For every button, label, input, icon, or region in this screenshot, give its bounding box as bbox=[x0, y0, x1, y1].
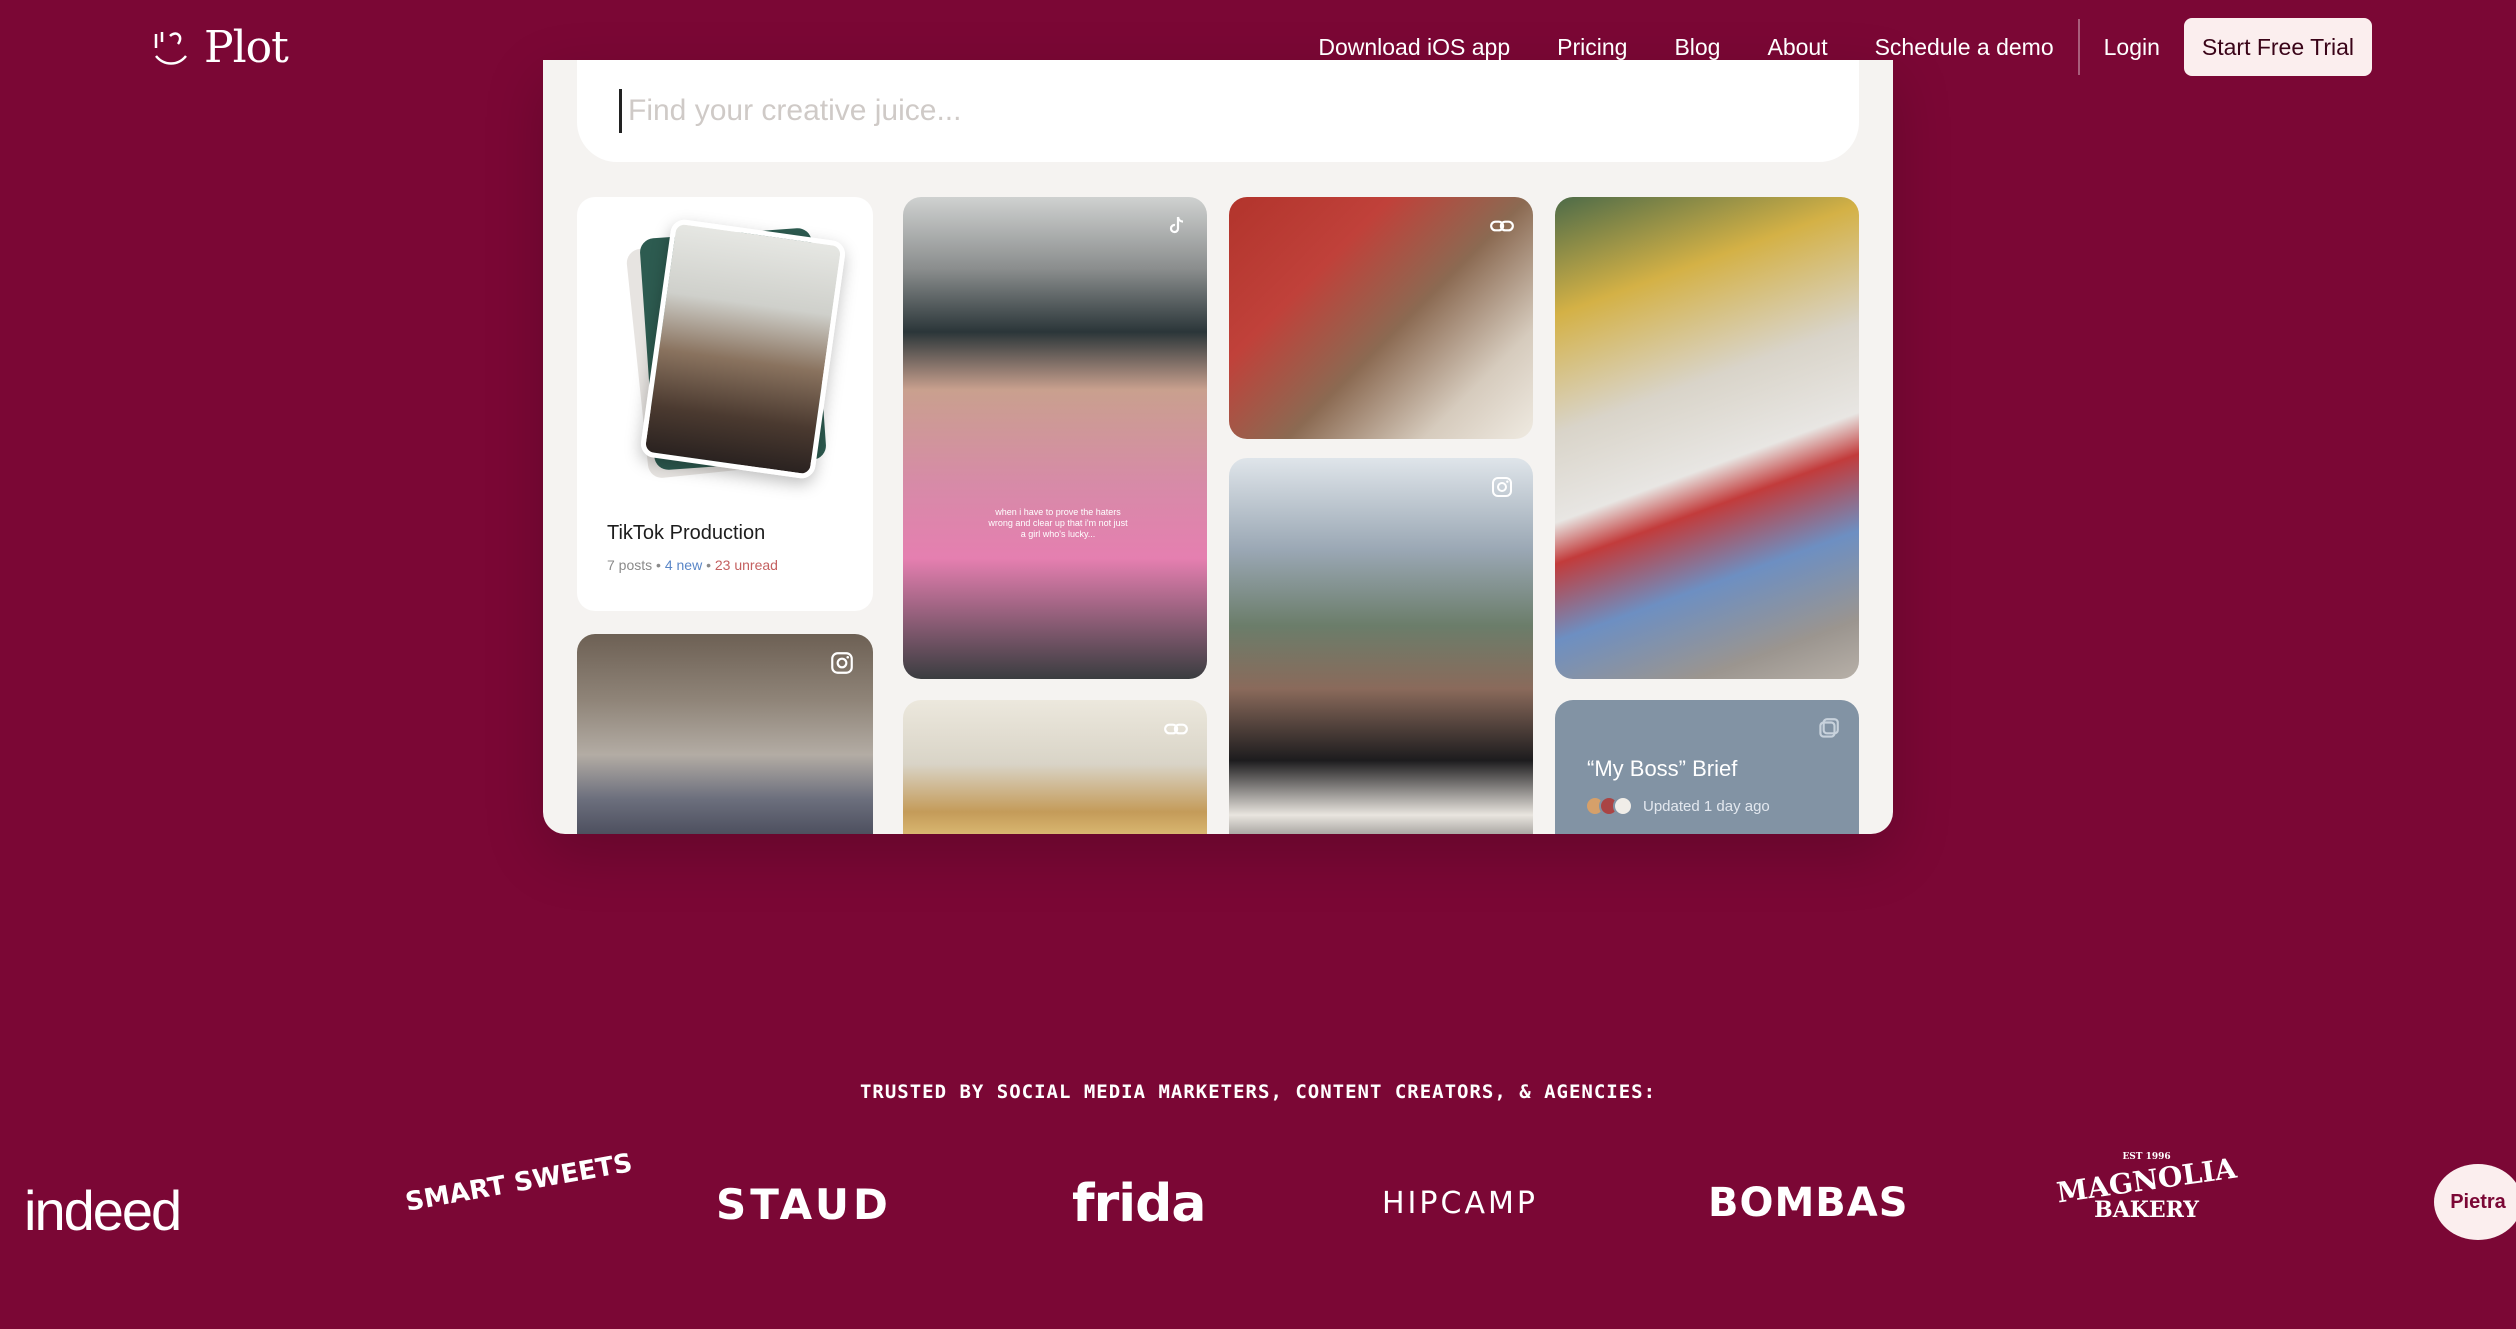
logo-magnolia-bakery: EST 1996 MAGNOLIA BAKERY bbox=[2055, 1152, 2239, 1223]
board-posts-count: 7 posts bbox=[607, 557, 653, 573]
brief-title: “My Boss” Brief bbox=[1587, 756, 1738, 781]
board-meta: 7 posts • 4 new • 23 unread bbox=[607, 557, 778, 573]
plot-logo[interactable]: Plot bbox=[150, 22, 289, 73]
app-preview: TikTok Production 7 posts • 4 new • 23 u… bbox=[543, 60, 1893, 834]
board-new-count: 4 new bbox=[664, 557, 703, 573]
main-nav: Download iOS app Pricing Blog About Sche… bbox=[1318, 18, 2372, 76]
logo-bombas: BOMBAS bbox=[1708, 1180, 1909, 1226]
nav-schedule-demo[interactable]: Schedule a demo bbox=[1875, 34, 2054, 61]
nav-pricing[interactable]: Pricing bbox=[1557, 34, 1627, 61]
board-title: TikTok Production bbox=[607, 522, 766, 544]
logo-indeed: indeed bbox=[24, 1179, 182, 1242]
board-unread-count: 23 unread bbox=[714, 557, 778, 573]
logo-hipcamp: HIPCAMP bbox=[1382, 1186, 1538, 1221]
tiktok-icon bbox=[1161, 211, 1191, 241]
brief-meta: Updated 1 day ago bbox=[1585, 796, 1770, 816]
instagram-icon bbox=[827, 648, 857, 678]
logo-staud: STAUD bbox=[716, 1180, 892, 1229]
nav-divider bbox=[2077, 19, 2080, 75]
media-card-link-dog-sunglasses[interactable] bbox=[1229, 197, 1533, 439]
trusted-by-heading: TRUSTED BY SOCIAL MEDIA MARKETERS, CONTE… bbox=[859, 1081, 1657, 1103]
nav-login[interactable]: Login bbox=[2104, 34, 2160, 61]
media-card-street-selfie[interactable] bbox=[1555, 197, 1859, 679]
collaborator-avatars bbox=[1585, 796, 1633, 816]
nav-download-ios[interactable]: Download iOS app bbox=[1318, 34, 1510, 61]
start-free-trial-button[interactable]: Start Free Trial bbox=[2183, 18, 2372, 76]
media-card-link-pasta[interactable] bbox=[903, 700, 1207, 834]
logo-text: Plot bbox=[204, 22, 289, 73]
site-header: Plot Download iOS app Pricing Blog About… bbox=[0, 0, 2516, 96]
nav-blog[interactable]: Blog bbox=[1674, 34, 1720, 61]
media-card-instagram-lake[interactable] bbox=[1229, 458, 1533, 834]
logo-smart-sweets: SMART SWEETS bbox=[403, 1148, 635, 1218]
nav-about[interactable]: About bbox=[1767, 34, 1827, 61]
search-input[interactable] bbox=[628, 94, 1528, 128]
board-thumbnail-stack bbox=[625, 217, 847, 483]
brief-updated: Updated 1 day ago bbox=[1643, 797, 1770, 815]
plot-logo-icon bbox=[154, 31, 187, 65]
brief-icon bbox=[1813, 714, 1843, 744]
link-icon bbox=[1487, 211, 1517, 241]
board-card-tiktok-production[interactable]: TikTok Production 7 posts • 4 new • 23 u… bbox=[577, 197, 873, 611]
media-card-tiktok-car-selfie[interactable]: when i have to prove the haters wrong an… bbox=[903, 197, 1207, 679]
customer-logos: indeed SMART SWEETS STAUD frida HIPCAMP … bbox=[0, 1140, 2516, 1270]
logo-frida: frida bbox=[1072, 1174, 1206, 1234]
media-card-instagram-living-room[interactable] bbox=[577, 634, 873, 834]
logo-pietra: Pietra bbox=[2434, 1164, 2516, 1240]
video-caption: when i have to prove the haters wrong an… bbox=[988, 507, 1128, 539]
brief-card-my-boss[interactable]: “My Boss” Brief Updated 1 day ago bbox=[1555, 700, 1859, 834]
link-icon bbox=[1161, 714, 1191, 744]
instagram-icon bbox=[1487, 472, 1517, 502]
landing-page: TikTok Production 7 posts • 4 new • 23 u… bbox=[0, 0, 2516, 1329]
